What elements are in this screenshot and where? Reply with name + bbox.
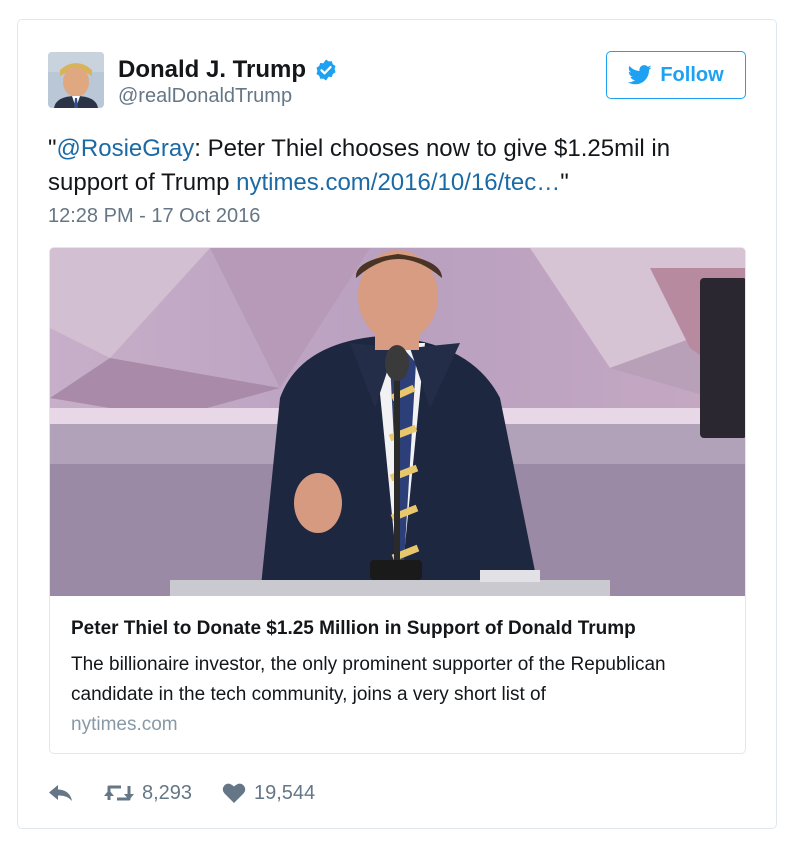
user-avatar-photo bbox=[48, 52, 104, 108]
speaker-at-podium-photo bbox=[50, 248, 745, 596]
quote-open: " bbox=[48, 135, 57, 162]
article-url-link[interactable]: nytimes.com/2016/10/16/tec… bbox=[236, 169, 560, 196]
tweet-timestamp[interactable]: 12:28 PM - 17 Oct 2016 bbox=[48, 205, 260, 228]
heart-icon bbox=[222, 783, 246, 803]
tweet-text: "@RosieGray: Peter Thiel chooses now to … bbox=[48, 132, 748, 200]
card-title[interactable]: Peter Thiel to Donate $1.25 Million in S… bbox=[71, 618, 636, 640]
screen-name[interactable]: @realDonaldTrump bbox=[118, 85, 292, 108]
like-button[interactable]: 19,544 bbox=[222, 782, 315, 805]
retweet-button[interactable]: 8,293 bbox=[104, 782, 222, 805]
avatar[interactable] bbox=[48, 52, 104, 108]
mention-link[interactable]: @RosieGray bbox=[57, 135, 195, 162]
link-preview-card[interactable]: Peter Thiel to Donate $1.25 Million in S… bbox=[49, 247, 746, 754]
twitter-bird-icon bbox=[628, 65, 652, 85]
tweet-actions: 8,293 19,544 bbox=[48, 780, 315, 806]
follow-label: Follow bbox=[660, 63, 724, 86]
author-name-row[interactable]: Donald J. Trump bbox=[118, 56, 338, 84]
reply-button[interactable] bbox=[48, 782, 104, 804]
card-description: The billionaire investor, the only promi… bbox=[71, 654, 666, 705]
reply-icon bbox=[49, 785, 72, 801]
card-domain: nytimes.com bbox=[71, 714, 178, 735]
follow-button[interactable]: Follow bbox=[606, 51, 746, 99]
verified-badge-icon bbox=[316, 59, 336, 81]
like-count: 19,544 bbox=[254, 781, 316, 804]
display-name[interactable]: Donald J. Trump bbox=[118, 56, 306, 84]
retweet-count: 8,293 bbox=[142, 781, 193, 804]
retweet-icon bbox=[104, 785, 134, 801]
tweet-card: Donald J. Trump @realDonaldTrump Follow … bbox=[17, 19, 777, 829]
quote-close: " bbox=[560, 169, 569, 196]
